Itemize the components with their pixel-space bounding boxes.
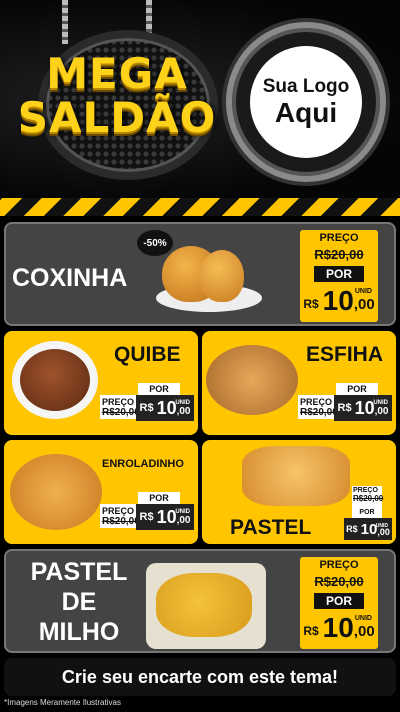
- por-label: POR: [138, 492, 180, 504]
- old-price-box: PREÇO R$20,00: [100, 504, 140, 528]
- price-int: 10: [354, 397, 375, 418]
- product-card-esfiha: ESFIHA POR PREÇO R$20,00 R$ 10 ,00 UNID: [202, 331, 396, 435]
- old-price-box: PREÇO R$20,00: [298, 395, 338, 419]
- price-dec: ,00: [353, 296, 375, 313]
- product-name-line2: DE: [61, 588, 97, 616]
- hazard-stripe: [0, 198, 400, 216]
- price-box: PREÇO R$20,00 POR R$ 10 ,00 UNID: [300, 230, 378, 322]
- logo-text-line2: Aqui: [274, 97, 338, 128]
- price-int: 10: [156, 506, 177, 527]
- por-label: POR: [336, 383, 378, 395]
- product-name: QUIBE: [114, 343, 181, 366]
- pastel-de-milho-image: [156, 573, 252, 637]
- unit-label: UNID: [354, 288, 372, 295]
- price-label: PREÇO: [300, 397, 333, 407]
- por-label: POR: [352, 508, 382, 518]
- logo-badge: Sua Logo Aqui: [226, 22, 386, 182]
- headline-line2: SALDÃO: [17, 93, 217, 142]
- currency: R$: [139, 402, 154, 414]
- unit-label: UNID: [375, 523, 388, 529]
- price-int: 10: [322, 612, 354, 643]
- product-card-pastel: PASTEL PREÇO R$20,00 POR R$ 10 ,00 UNID: [202, 440, 396, 544]
- product-name: ENROLADINHO: [102, 458, 184, 470]
- currency: R$: [303, 297, 319, 311]
- quibe-image: [20, 349, 90, 411]
- currency: R$: [337, 402, 352, 414]
- cta-banner[interactable]: Crie seu encarte com este tema!: [4, 658, 396, 696]
- new-price: R$ 10 ,00 UNID: [136, 504, 194, 530]
- unit-label: UNID: [175, 400, 190, 406]
- currency: R$: [346, 524, 358, 534]
- product-card-enroladinho: ENROLADINHO POR PREÇO R$20,00 R$ 10 ,00 …: [4, 440, 198, 544]
- price-label: PREÇO: [319, 232, 359, 244]
- new-price: R$ 10 ,00 UNID: [300, 613, 378, 643]
- headline: MEGA SALDÃO: [12, 52, 222, 140]
- por-label: POR: [314, 593, 364, 609]
- old-price: R$20,00: [300, 407, 338, 418]
- product-card-pastel-de-milho: PASTEL DE MILHO PREÇO R$20,00 POR R$ 10 …: [4, 549, 396, 653]
- old-price: R$20,00: [314, 247, 364, 262]
- header: MEGA SALDÃO Sua Logo Aqui: [0, 0, 400, 198]
- old-price: R$20,00: [353, 494, 384, 503]
- enroladinho-image: [10, 454, 102, 530]
- price-int: 10: [322, 285, 354, 316]
- old-price: R$20,00: [102, 407, 140, 418]
- unit-label: UNID: [175, 509, 190, 515]
- product-name-line1: PASTEL: [30, 558, 128, 586]
- logo-text-line1: Sua Logo: [262, 76, 350, 97]
- product-name: PASTEL: [230, 516, 312, 539]
- old-price-box: PREÇO R$20,00: [100, 395, 140, 419]
- logo-placeholder: Sua Logo Aqui: [250, 46, 362, 158]
- old-price: R$20,00: [102, 516, 140, 527]
- old-price-box: PREÇO R$20,00: [352, 486, 384, 508]
- product-card-quibe: QUIBE POR PREÇO R$20,00 R$ 10 ,00 UNID: [4, 331, 198, 435]
- product-name: ESFIHA: [306, 343, 384, 366]
- new-price: R$ 10 ,00 UNID: [300, 286, 378, 316]
- esfiha-image: [206, 345, 298, 415]
- price-dec: ,00: [374, 406, 389, 417]
- price-label: PREÇO: [319, 559, 359, 571]
- price-int: 10: [156, 397, 177, 418]
- pastel-image: [242, 446, 350, 506]
- price-dec: ,00: [176, 406, 191, 417]
- por-label: POR: [314, 266, 364, 282]
- por-label: POR: [138, 383, 180, 395]
- currency: R$: [303, 624, 319, 638]
- product-name: COXINHA: [12, 264, 128, 292]
- unit-label: UNID: [373, 400, 388, 406]
- new-price: R$ 10 ,00 UNID: [344, 518, 392, 540]
- chain-decoration: [62, 0, 68, 44]
- price-dec: ,00: [176, 515, 191, 526]
- unit-label: UNID: [354, 615, 372, 622]
- coxinha-image: [200, 250, 244, 302]
- product-name: PASTEL DE MILHO: [24, 557, 134, 647]
- product-card-coxinha: COXINHA PREÇO R$20,00 POR R$ 10 ,00 UNID: [4, 222, 396, 326]
- price-label: PREÇO: [102, 397, 135, 407]
- discount-badge: -50%: [137, 230, 173, 256]
- new-price: R$ 10 ,00 UNID: [334, 395, 392, 421]
- disclaimer-note: *Imagens Meramente Ilustrativas: [4, 698, 121, 707]
- price-label: PREÇO: [102, 506, 135, 516]
- product-name-line3: MILHO: [38, 618, 120, 646]
- price-label: PREÇO: [353, 487, 378, 494]
- headline-line1: MEGA: [46, 49, 188, 98]
- price-box: PREÇO R$20,00 POR R$ 10 ,00 UNID: [300, 557, 378, 649]
- currency: R$: [139, 511, 154, 523]
- price-dec: ,00: [353, 623, 375, 640]
- new-price: R$ 10 ,00 UNID: [136, 395, 194, 421]
- old-price: R$20,00: [314, 574, 364, 589]
